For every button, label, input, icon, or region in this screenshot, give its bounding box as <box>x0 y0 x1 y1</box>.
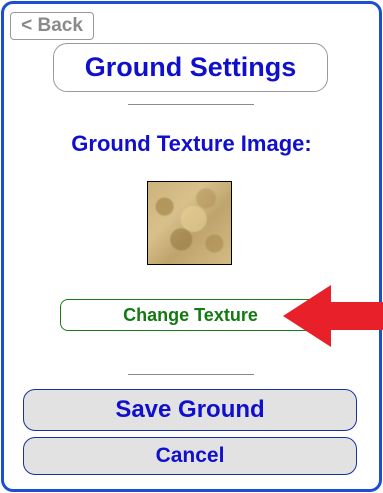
change-texture-button[interactable]: Change Texture <box>60 299 321 331</box>
page-title: Ground Settings <box>53 43 328 92</box>
top-divider <box>128 104 254 105</box>
texture-label: Ground Texture Image: <box>71 131 312 156</box>
bottom-divider <box>128 374 254 375</box>
back-button[interactable]: < Back <box>10 12 94 40</box>
red-arrow-left-icon <box>283 285 383 347</box>
save-ground-button[interactable]: Save Ground <box>23 389 357 431</box>
texture-preview-image <box>147 181 232 265</box>
cancel-button[interactable]: Cancel <box>23 437 357 475</box>
